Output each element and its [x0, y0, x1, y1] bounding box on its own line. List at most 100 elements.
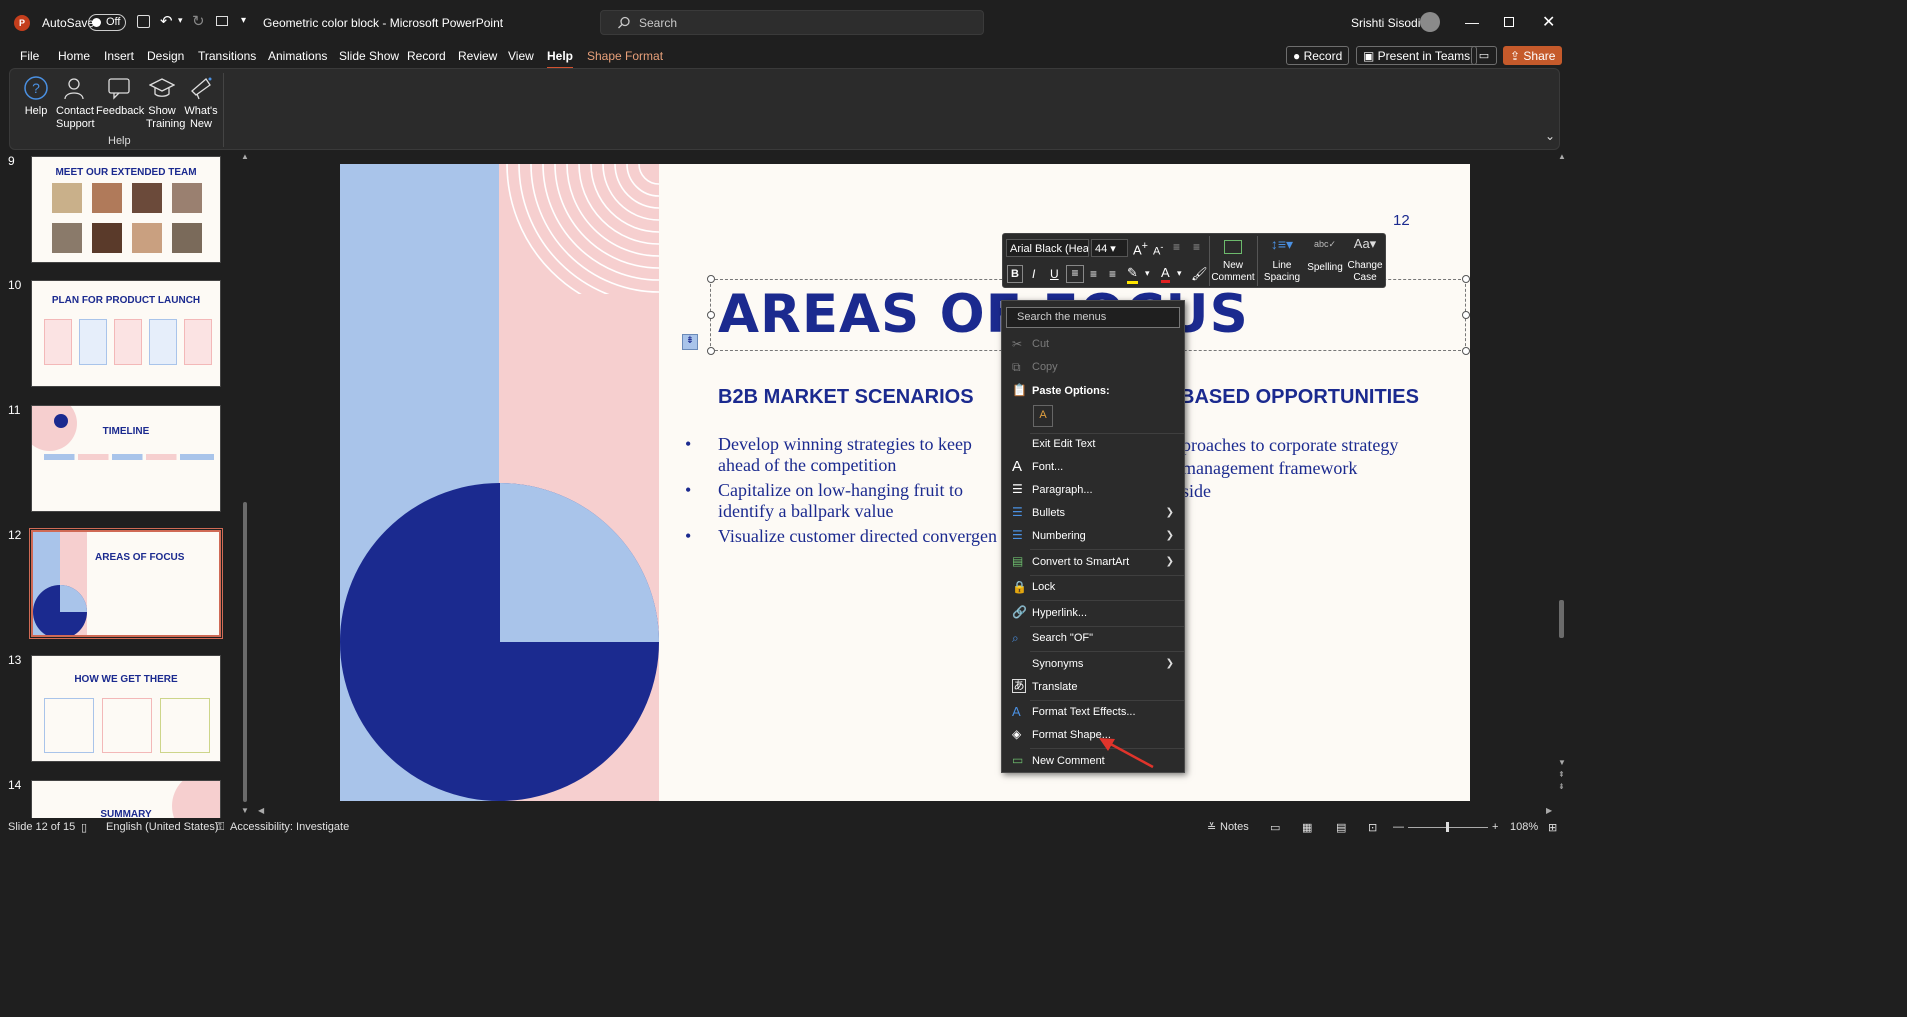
undo-icon[interactable]: ↶ [160, 12, 173, 30]
canvas-scrollbar[interactable]: ▲ ▼ ⇞ ⇟ [1556, 152, 1568, 818]
slide-sorter-icon[interactable]: ▦ [1302, 821, 1312, 834]
zoom-out-icon[interactable]: — [1393, 821, 1404, 833]
collapse-ribbon-icon[interactable]: ⌄ [1545, 129, 1555, 143]
slide-thumbnail-9[interactable]: MEET OUR EXTENDED TEAM [31, 156, 221, 263]
menu-new-comment[interactable]: New Comment [1032, 755, 1105, 767]
slide-thumbnail-12[interactable]: AREAS OF FOCUS [29, 528, 223, 639]
tab-insert[interactable]: Insert [104, 49, 134, 63]
contact-support-button[interactable]: Contact Support [56, 75, 95, 131]
align-right-icon[interactable]: ≡ [1109, 267, 1116, 281]
tab-transitions[interactable]: Transitions [198, 49, 256, 63]
font-name-select[interactable]: Arial Black (Hea ▾ [1006, 239, 1089, 257]
tab-review[interactable]: Review [458, 49, 497, 63]
slide-thumbnail-13[interactable]: HOW WE GET THERE [31, 655, 221, 762]
minimize-icon[interactable]: — [1465, 14, 1479, 30]
spelling-button[interactable]: abc✓ Spelling [1305, 238, 1345, 274]
zoom-in-icon[interactable]: + [1492, 821, 1498, 833]
menu-numbering[interactable]: Numbering [1032, 530, 1086, 542]
autosave-toggle[interactable]: Off [88, 14, 126, 31]
undo-dropdown-icon[interactable]: ▾ [178, 15, 183, 26]
tab-slide-show[interactable]: Slide Show [339, 49, 399, 63]
share-button[interactable]: ⇪ Share [1503, 46, 1563, 65]
zoom-level[interactable]: 108% [1510, 821, 1538, 833]
tab-animations[interactable]: Animations [268, 49, 327, 63]
save-icon[interactable] [137, 15, 150, 28]
italic-icon[interactable]: I [1032, 267, 1035, 281]
underline-icon[interactable]: U [1050, 267, 1059, 281]
close-icon[interactable]: ✕ [1542, 12, 1555, 32]
format-painter-icon[interactable]: 🖌 [1191, 266, 1208, 282]
feedback-button[interactable]: Feedback [96, 75, 144, 118]
menu-paragraph[interactable]: Paragraph... [1032, 484, 1093, 496]
horizontal-scrollbar[interactable]: ◀ ▶ [256, 806, 1556, 818]
tab-file[interactable]: File [20, 49, 39, 63]
tab-design[interactable]: Design [147, 49, 184, 63]
bullet-list-left[interactable]: • Develop winning strategies to keep ahead… [685, 434, 997, 547]
menu-copy[interactable]: Copy [1032, 361, 1058, 373]
redo-icon[interactable]: ↻ [192, 12, 205, 30]
increase-indent-icon[interactable]: ≡ [1193, 240, 1200, 254]
layout-options-icon[interactable]: ⇟ [682, 334, 698, 350]
paste-keep-text-icon[interactable]: A [1033, 405, 1053, 427]
decrease-indent-icon[interactable]: ≡ [1173, 240, 1180, 254]
zoom-slider-thumb[interactable] [1446, 822, 1449, 832]
menu-search-input[interactable]: Search the menus [1006, 307, 1180, 328]
menu-synonyms[interactable]: Synonyms [1032, 658, 1083, 670]
change-case-button[interactable]: Aa▾ Change Case [1345, 237, 1385, 284]
new-comment-button[interactable]: New Comment [1210, 238, 1256, 284]
menu-format-text-effects[interactable]: Format Text Effects... [1032, 706, 1136, 718]
search-box[interactable]: Search [600, 10, 984, 35]
font-color-dropdown-icon[interactable]: ▾ [1177, 268, 1182, 279]
tab-view[interactable]: View [508, 49, 534, 63]
bold-icon[interactable]: B [1007, 265, 1023, 283]
menu-bullets[interactable]: Bullets [1032, 507, 1065, 519]
reading-view-icon[interactable]: ▤ [1336, 821, 1346, 834]
help-button[interactable]: ? Help [22, 75, 50, 118]
menu-exit-edit-text[interactable]: Exit Edit Text [1032, 438, 1095, 450]
menu-translate[interactable]: Translate [1032, 681, 1077, 693]
customize-toolbar-icon[interactable]: ▾ [241, 15, 246, 26]
accessibility-status[interactable]: Accessibility: Investigate [230, 821, 349, 833]
notes-button[interactable]: Notes [1220, 821, 1249, 833]
whats-new-button[interactable]: What's New [184, 75, 218, 131]
slide-thumbnail-14[interactable]: SUMMARY [31, 780, 221, 820]
decrease-font-icon[interactable]: A- [1153, 242, 1163, 258]
tab-home[interactable]: Home [58, 49, 90, 63]
language-status[interactable]: English (United States) [106, 821, 219, 833]
comments-icon[interactable]: ▭ [1471, 46, 1497, 65]
highlight-icon[interactable]: ✎ [1127, 265, 1138, 284]
record-button[interactable]: ● Record [1286, 46, 1350, 65]
menu-convert-smartart[interactable]: Convert to SmartArt [1032, 556, 1129, 568]
align-left-icon[interactable]: ≡ [1066, 265, 1084, 283]
menu-lock[interactable]: Lock [1032, 581, 1055, 593]
bullet-list-right[interactable]: proaches to corporate strategy managemen… [1182, 434, 1398, 503]
slide-thumbnail-11[interactable]: TIMELINE [31, 405, 221, 512]
present-in-teams-button[interactable]: ▣ Present in Teams [1356, 46, 1478, 65]
avatar[interactable] [1420, 12, 1440, 32]
slideshow-view-icon[interactable]: ⊡ [1368, 821, 1377, 834]
menu-font[interactable]: Font... [1032, 461, 1063, 473]
slide-thumbnail-10[interactable]: PLAN FOR PRODUCT LAUNCH [31, 280, 221, 387]
menu-hyperlink[interactable]: Hyperlink... [1032, 607, 1087, 619]
notes-icon[interactable]: ≚ [1207, 821, 1216, 834]
highlight-dropdown-icon[interactable]: ▾ [1145, 268, 1150, 279]
heading-right[interactable]: BASED OPPORTUNITIES [1180, 386, 1419, 409]
line-spacing-button[interactable]: ↕≡▾ Line Spacing [1259, 237, 1305, 284]
show-training-button[interactable]: Show Training [146, 75, 185, 131]
align-center-icon[interactable]: ≡ [1090, 267, 1097, 281]
present-from-start-icon[interactable] [216, 16, 228, 26]
thumbnail-scrollbar[interactable]: ▲ ▼ [241, 152, 249, 818]
fit-to-window-icon[interactable]: ⊞ [1548, 821, 1557, 834]
font-size-select[interactable]: 44 ▾ [1091, 239, 1128, 257]
tab-record[interactable]: Record [407, 49, 446, 63]
spelling-status-icon[interactable]: ▯ [81, 821, 87, 834]
increase-font-icon[interactable]: A+ [1133, 240, 1148, 257]
normal-view-icon[interactable]: ▭ [1270, 821, 1280, 834]
menu-cut[interactable]: Cut [1032, 338, 1049, 350]
menu-search-of[interactable]: Search "OF" [1032, 632, 1093, 644]
user-name[interactable]: Srishti Sisodia [1351, 16, 1427, 30]
tab-help[interactable]: Help [547, 49, 574, 69]
tab-shape-format[interactable]: Shape Format [587, 49, 663, 63]
heading-left[interactable]: B2B MARKET SCENARIOS [718, 386, 974, 409]
maximize-icon[interactable] [1504, 17, 1514, 27]
